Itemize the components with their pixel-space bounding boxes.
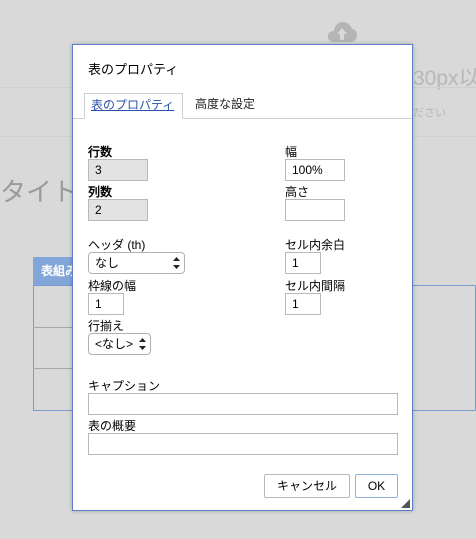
caption-field[interactable]: [88, 393, 398, 415]
width-label: 幅: [285, 145, 298, 159]
cols-field[interactable]: 2: [88, 199, 148, 221]
cloud-upload-icon: [327, 22, 357, 42]
background-hint-text: ださい: [413, 107, 446, 119]
cols-label: 列数: [88, 185, 113, 199]
background-table-row-line: [33, 368, 73, 369]
select-arrows-icon: [139, 338, 146, 350]
background-title-text: タイト: [0, 177, 79, 207]
height-label: 高さ: [285, 185, 310, 199]
select-arrows-icon: [173, 257, 180, 269]
height-field[interactable]: [285, 199, 345, 221]
dialog-title: 表のプロパティ: [88, 62, 179, 77]
cell-padding-label: セル内余白: [285, 238, 346, 252]
background-table-row-line: [33, 327, 73, 328]
headers-select[interactable]: なし: [88, 252, 185, 274]
resize-handle-icon[interactable]: [401, 499, 410, 508]
ok-button[interactable]: OK: [355, 474, 398, 498]
summary-label: 表の概要: [88, 419, 137, 433]
caption-label: キャプション: [88, 379, 161, 393]
alignment-select-value: <なし>: [95, 337, 134, 351]
border-width-label: 枠線の幅: [88, 279, 137, 293]
headers-select-value: なし: [95, 256, 120, 270]
rows-field[interactable]: 3: [88, 159, 148, 181]
summary-field[interactable]: [88, 433, 398, 455]
cancel-button[interactable]: キャンセル: [264, 474, 350, 498]
cell-spacing-field[interactable]: 1: [285, 293, 321, 315]
headers-label: ヘッダ (th): [88, 238, 146, 252]
alignment-label: 行揃え: [88, 319, 125, 333]
tab-table-properties[interactable]: 表のプロパティ: [84, 93, 183, 119]
cell-padding-field[interactable]: 1: [285, 252, 321, 274]
alignment-select[interactable]: <なし>: [88, 333, 151, 355]
background-table-header: 表組み: [33, 257, 73, 285]
cell-spacing-label: セル内間隔: [285, 279, 346, 293]
border-width-field[interactable]: 1: [88, 293, 124, 315]
width-field[interactable]: 100%: [285, 159, 345, 181]
rows-label: 行数: [88, 145, 113, 159]
tab-advanced-settings[interactable]: 高度な設定: [189, 93, 264, 119]
table-properties-dialog: 表のプロパティ 表のプロパティ 高度な設定 行数 3 列数 2 ヘッダ (th)…: [72, 44, 413, 511]
